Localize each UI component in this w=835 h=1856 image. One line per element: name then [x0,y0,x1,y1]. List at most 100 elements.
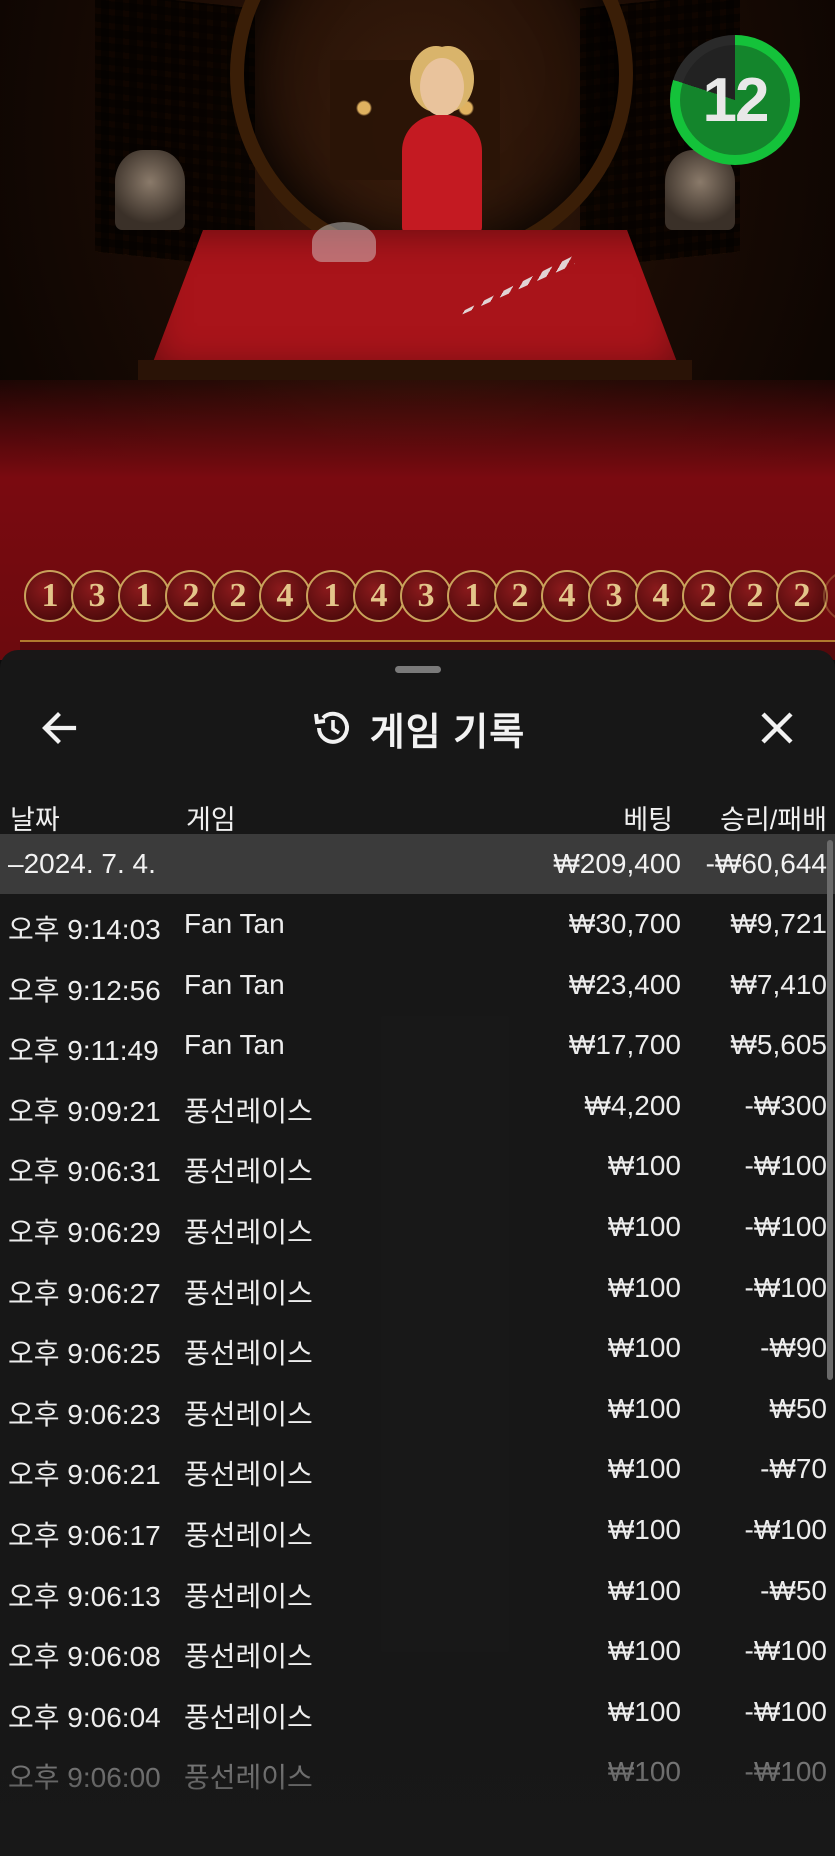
roadmap-result-ball: 4 [635,570,687,622]
row-game: 풍선레이스 [184,1156,313,1188]
row-result: -₩100 [744,1271,827,1303]
row-time: 오후 9:06:27 [8,1277,161,1309]
history-row[interactable]: 오후 9:06:00 풍선레이스 ₩100 -₩100 [0,1742,835,1803]
column-game: 게임 [186,805,236,835]
row-time: 오후 9:14:03 [8,914,161,945]
row-game: 풍선레이스 [184,1701,313,1733]
roadmap-result-ball: 2 [729,570,781,622]
roadmap-result-ball: 2 [494,570,546,622]
row-bet: ₩100 [607,1574,681,1606]
row-game: 풍선레이스 [184,1398,313,1430]
arrow-left-icon [42,712,77,744]
table-edge [138,360,692,380]
results-roadmap: 131224143124342222 [24,570,835,622]
row-result: -₩100 [744,1150,827,1182]
history-clock-icon [313,711,349,744]
back-button[interactable] [36,704,84,752]
history-row[interactable]: 오후 9:14:03 Fan Tan ₩30,700 ₩9,721 [0,894,835,955]
row-time: 오후 9:06:31 [8,1156,161,1188]
roadmap-result-ball: 4 [353,570,405,622]
history-row[interactable]: 오후 9:06:25 풍선레이스 ₩100 -₩90 [0,1318,835,1379]
history-row[interactable]: 오후 9:11:49 Fan Tan ₩17,700 ₩5,605 [0,1015,835,1076]
history-row[interactable]: 오후 9:06:08 풍선레이스 ₩100 -₩100 [0,1621,835,1682]
row-result: -₩300 [744,1089,827,1121]
panel-title: 게임 기록 [369,711,526,754]
row-result: -₩50 [760,1574,827,1606]
history-list: –2024. 7. 4. ₩209,400 -₩60,644 오후 9:14:0… [0,834,835,1803]
row-result: -₩100 [744,1695,827,1727]
fan-tan-table [150,230,680,370]
roadmap-result-ball: 4 [259,570,311,622]
row-bet: ₩100 [607,1635,681,1667]
column-bet: 베팅 [623,805,673,835]
row-time: 오후 9:06:13 [8,1580,161,1612]
table-header: 날짜 게임 베팅 승리/패배 [0,788,835,838]
row-time: 오후 9:11:49 [8,1035,159,1067]
countdown-value: 12 [680,45,790,155]
drag-handle[interactable] [395,666,441,673]
roadmap-result-ball: 2 [823,570,835,622]
scrollbar[interactable] [827,840,833,1380]
history-row[interactable]: 오후 9:06:21 풍선레이스 ₩100 -₩70 [0,1439,835,1500]
row-game: 풍선레이스 [184,1459,313,1491]
row-game: 풍선레이스 [184,1095,313,1127]
row-game: 풍선레이스 [184,1277,313,1309]
date-group-result: -₩60,644 [705,848,827,879]
roadmap-result-ball: 3 [588,570,640,622]
close-x-icon [761,712,793,744]
history-row[interactable]: 오후 9:06:31 풍선레이스 ₩100 -₩100 [0,1136,835,1197]
row-bet: ₩100 [607,1271,681,1303]
row-game: 풍선레이스 [184,1519,313,1551]
roadmap-result-ball: 1 [24,570,76,622]
row-bet: ₩23,400 [568,968,681,1000]
row-game: 풍선레이스 [184,1338,313,1370]
roadmap-result-ball: 1 [118,570,170,622]
history-row[interactable]: 오후 9:12:56 Fan Tan ₩23,400 ₩7,410 [0,955,835,1016]
row-time: 오후 9:06:17 [8,1519,161,1551]
row-time: 오후 9:12:56 [8,974,161,1006]
row-game: Fan Tan [184,908,285,939]
row-result: ₩7,410 [730,968,828,1000]
row-result: ₩9,721 [730,908,828,939]
row-time: 오후 9:06:21 [8,1459,161,1491]
row-result: -₩100 [744,1210,827,1242]
row-bet: ₩100 [607,1392,681,1424]
history-row[interactable]: 오후 9:06:17 풍선레이스 ₩100 -₩100 [0,1500,835,1561]
row-time: 오후 9:06:00 [8,1762,161,1794]
row-bet: ₩100 [607,1210,681,1242]
history-row[interactable]: 오후 9:06:13 풍선레이스 ₩100 -₩50 [0,1561,835,1622]
row-result: -₩100 [744,1513,827,1545]
history-row[interactable]: 오후 9:06:29 풍선레이스 ₩100 -₩100 [0,1197,835,1258]
row-result: -₩100 [744,1756,827,1788]
column-result: 승리/패배 [720,805,827,835]
roadmap-result-ball: 3 [400,570,452,622]
history-row[interactable]: 오후 9:06:04 풍선레이스 ₩100 -₩100 [0,1682,835,1743]
close-button[interactable] [753,704,801,752]
row-bet: ₩4,200 [584,1089,682,1121]
row-time: 오후 9:06:29 [8,1216,161,1248]
row-bet: ₩100 [607,1756,681,1788]
row-bet: ₩100 [607,1695,681,1727]
column-date: 날짜 [10,805,60,835]
row-result: -₩90 [760,1332,827,1364]
roadmap-result-ball: 4 [541,570,593,622]
history-row[interactable]: 오후 9:09:21 풍선레이스 ₩4,200 -₩300 [0,1076,835,1137]
row-game: Fan Tan [184,968,285,1000]
live-video-stage: 12 131224143124342222 [0,0,835,660]
roadmap-result-ball: 1 [447,570,499,622]
history-row[interactable]: 오후 9:06:27 풍선레이스 ₩100 -₩100 [0,1258,835,1319]
date-group-label: –2024. 7. 4. [8,848,156,879]
row-result: -₩70 [760,1453,827,1485]
date-group-row[interactable]: –2024. 7. 4. ₩209,400 -₩60,644 [0,834,835,894]
row-time: 오후 9:09:21 [8,1095,161,1127]
roadmap-result-ball: 2 [682,570,734,622]
row-game: 풍선레이스 [184,1762,313,1794]
history-row[interactable]: 오후 9:06:23 풍선레이스 ₩100 ₩50 [0,1379,835,1440]
panel-header: 게임 기록 [0,690,835,766]
row-time: 오후 9:06:08 [8,1641,161,1673]
row-game: Fan Tan [184,1029,285,1061]
game-history-panel: 게임 기록 날짜 게임 베팅 승리/패배 –2024. 7. 4. ₩209,4… [0,650,835,1856]
row-bet: ₩17,700 [568,1029,681,1061]
row-bet: ₩100 [607,1513,681,1545]
roadmap-result-ball: 2 [776,570,828,622]
